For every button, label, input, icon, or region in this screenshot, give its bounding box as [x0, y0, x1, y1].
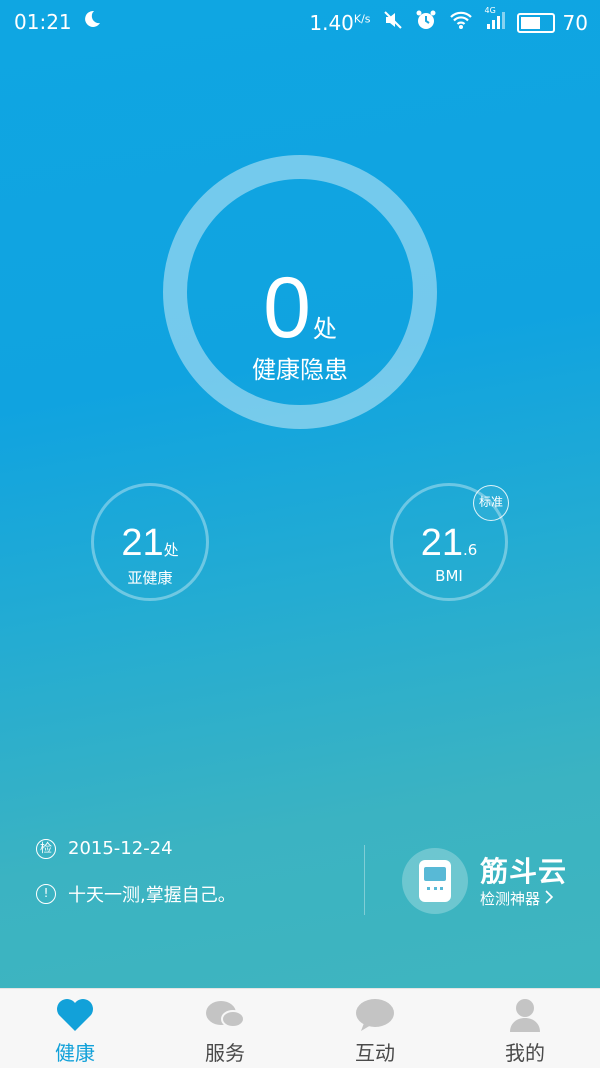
sub-health-ring[interactable]: 21处 亚健康 [91, 483, 209, 601]
chevron-right-icon [544, 889, 554, 909]
info-icon: ! [36, 884, 56, 904]
sub-health-label: 亚健康 [127, 569, 173, 587]
divider [364, 845, 365, 915]
tab-service[interactable]: 服务 [150, 989, 300, 1068]
signal-4g-icon: 4G [485, 6, 505, 35]
service-icon [203, 997, 247, 1037]
tip-text: 十天一测,掌握自己。 [68, 885, 236, 906]
tip-row: ! 十天一测,掌握自己。 [36, 881, 236, 907]
battery-icon [516, 12, 555, 33]
device-icon[interactable] [402, 848, 468, 914]
wifi-icon [449, 10, 473, 35]
health-hazard-label: 健康隐患 [252, 356, 348, 384]
mute-icon [383, 10, 403, 35]
bmi-value: 21.6 [420, 522, 478, 564]
tab-mine[interactable]: 我的 [450, 989, 600, 1068]
tab-interact[interactable]: 互动 [300, 989, 450, 1068]
battery-indicator: 70 [516, 10, 588, 35]
alarm-icon [415, 9, 437, 36]
chat-icon [354, 997, 396, 1037]
bmi-status-badge: 标准 [473, 485, 509, 521]
device-subtitle: 检测神器 [480, 890, 541, 908]
tab-health[interactable]: 健康 [0, 989, 150, 1068]
check-icon: 检 [36, 838, 56, 859]
last-check-date-row: 检 2015-12-24 [36, 838, 173, 859]
bmi-label: BMI [435, 567, 463, 585]
battery-level-text: 70 [562, 10, 588, 35]
last-check-date: 2015-12-24 [68, 838, 173, 859]
network-speed: 1.40K/s [309, 10, 371, 35]
health-hazard-count: 0处 [263, 260, 337, 356]
heart-icon [55, 997, 95, 1037]
sub-health-value: 21处 [121, 522, 179, 564]
moon-icon [82, 9, 102, 34]
bottom-tab-bar: 健康 服务 互动 我的 [0, 988, 600, 1068]
device-link[interactable]: 检测神器 [480, 888, 554, 909]
device-brand[interactable]: 筋斗云 [480, 850, 567, 890]
status-bar: 01:21 1.40K/s 4G 70 [0, 0, 600, 42]
status-time: 01:21 [14, 9, 72, 34]
user-icon [507, 997, 543, 1037]
